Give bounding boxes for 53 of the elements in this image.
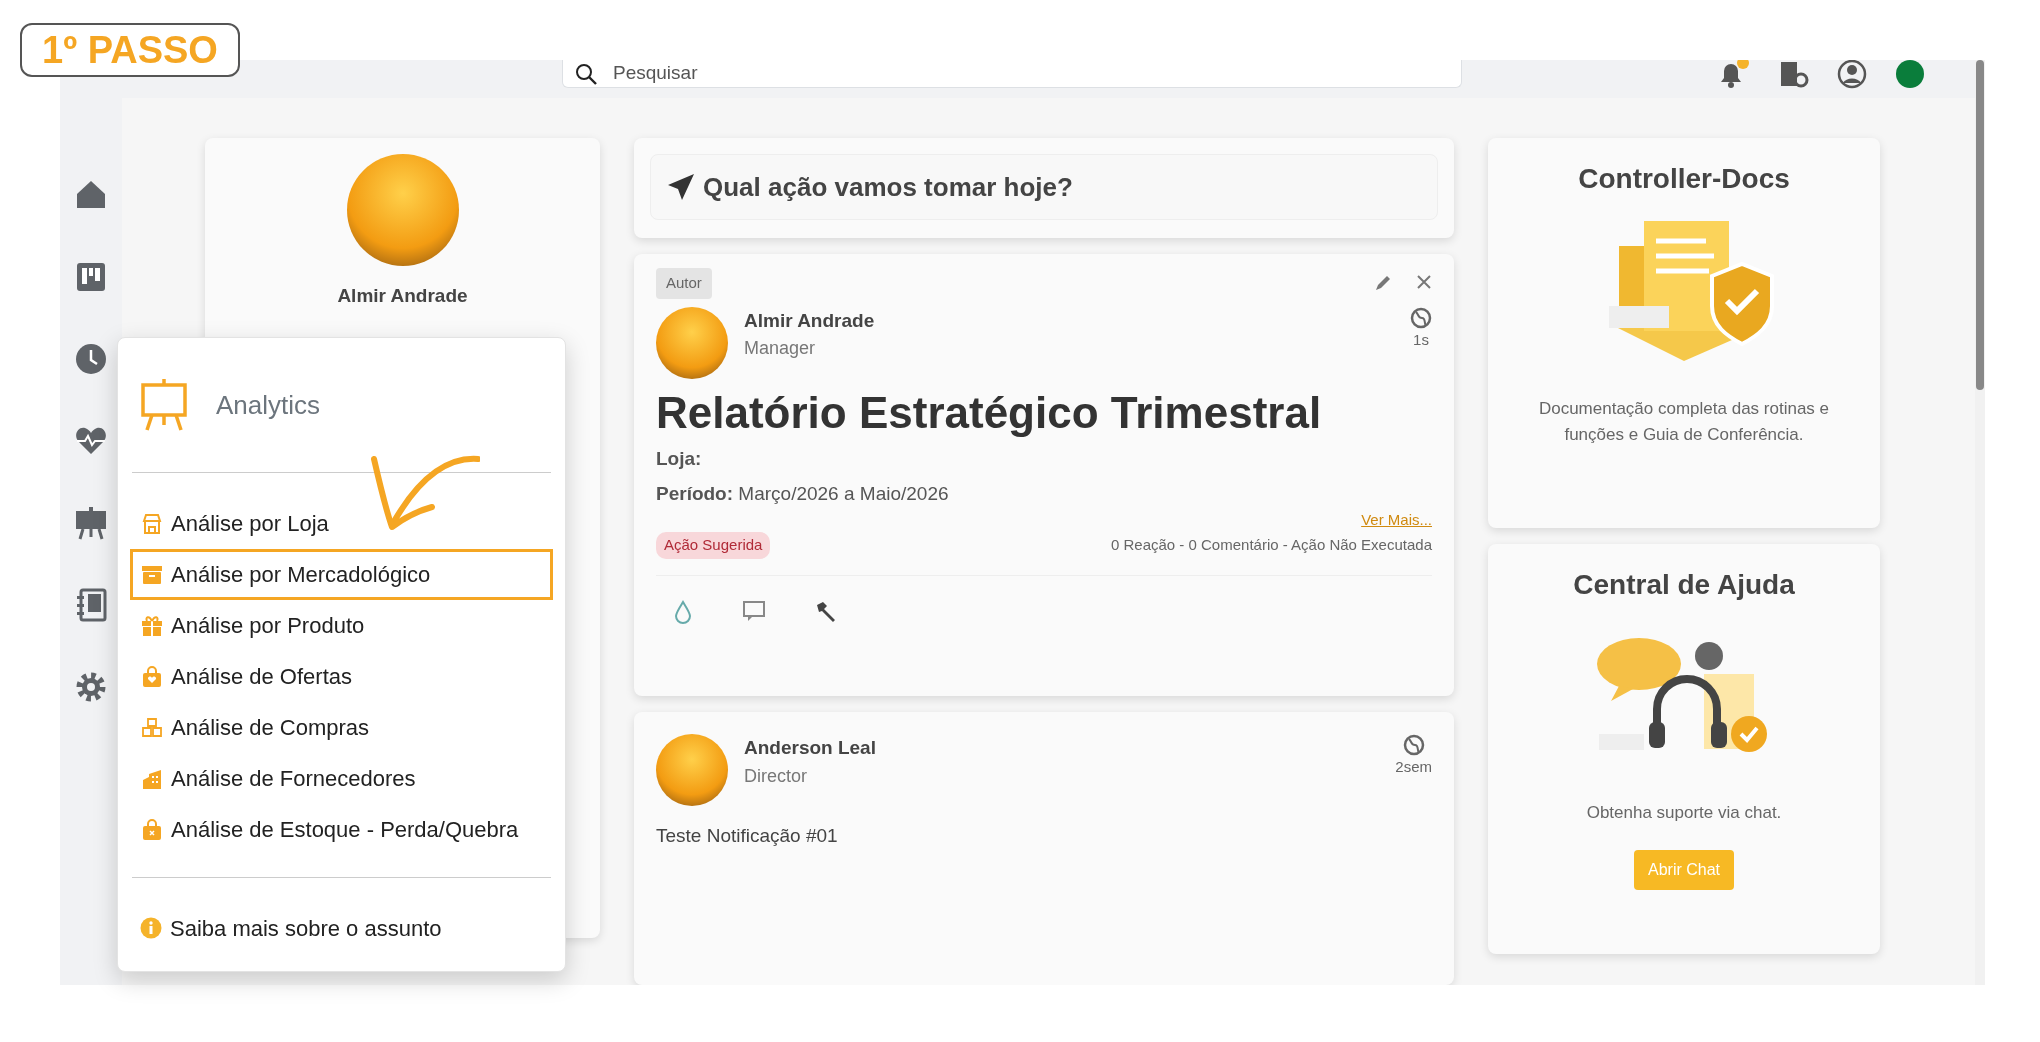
author-tag: Autor	[656, 268, 712, 299]
hammer-icon[interactable]	[814, 599, 838, 624]
post-time: 2sem	[1395, 757, 1432, 777]
shopping-bag-heart-icon	[141, 665, 163, 688]
easel-icon	[140, 379, 188, 431]
menu-item[interactable]: Análise por Loja	[130, 498, 553, 549]
scrollbar[interactable]	[1975, 60, 1985, 985]
menu-item[interactable]: Análise de Ofertas	[130, 651, 553, 702]
paper-plane-icon	[667, 173, 695, 201]
drop-icon[interactable]	[672, 599, 694, 624]
post-title: Relatório Estratégico Trimestral	[656, 386, 1323, 439]
close-icon[interactable]	[1416, 274, 1432, 291]
post-stats: 0 Reação - 0 Comentário - Ação Não Executada	[1111, 535, 1432, 556]
author-role: Manager	[744, 337, 817, 360]
menu-item[interactable]: Análise por Mercadológico	[130, 549, 553, 600]
menu-title: Analytics	[216, 388, 321, 422]
prompt-text: Qual ação vamos tomar hoje?	[703, 170, 1073, 204]
edit-pencil-icon[interactable]	[1374, 274, 1392, 293]
address-book-icon[interactable]	[74, 588, 108, 622]
step-badge: 1º PASSO	[20, 23, 240, 77]
settings-icon[interactable]	[74, 670, 108, 704]
author-name: Almir Andrade	[744, 308, 875, 333]
search-icon	[575, 62, 597, 85]
menu-item[interactable]: Análise de Compras	[130, 702, 553, 753]
status-dot-icon	[1895, 60, 1925, 89]
card-description: Documentação completa das rotinas e funções e Guia de Conferência.	[1537, 398, 1831, 446]
post-time: 1s	[1413, 329, 1429, 350]
menu-item[interactable]: Análise de Estoque - Perda/Quebra	[130, 804, 553, 855]
comment-icon[interactable]	[742, 599, 766, 622]
menu-item[interactable]: Análise por Produto	[130, 600, 553, 651]
card-title: Central de Ajuda	[1573, 568, 1795, 602]
info-icon	[140, 917, 162, 939]
cubes-icon	[141, 716, 163, 739]
kanban-board-icon[interactable]	[74, 260, 108, 294]
buildings-icon	[141, 767, 163, 790]
archive-box-icon	[141, 563, 163, 586]
status-tag: Ação Sugerida	[656, 532, 771, 559]
author-name: Anderson Leal	[744, 736, 876, 760]
gift-icon	[141, 614, 163, 637]
post-field: Período: Março/2026 a Maio/2026	[656, 479, 1432, 509]
clock-icon[interactable]	[74, 342, 108, 376]
card-title: Controller-Docs	[1578, 162, 1790, 196]
menu-item[interactable]: Saiba mais sobre o assunto	[132, 878, 551, 978]
menu-item[interactable]: Análise de Fornecedores	[130, 753, 553, 804]
post-field: Loja:	[656, 445, 1432, 474]
shopping-bag-x-icon	[141, 818, 163, 841]
author-role: Director	[744, 764, 808, 788]
profile-name: Almir Andrade	[337, 284, 468, 308]
store-icon	[141, 512, 163, 535]
post-text: Teste Notificação #01	[656, 824, 839, 848]
card-description: Obtenha suporte via chat.	[1585, 802, 1783, 824]
easel-icon[interactable]	[74, 506, 108, 540]
prompt-field[interactable]: Qual ação vamos tomar hoje?	[650, 154, 1438, 220]
